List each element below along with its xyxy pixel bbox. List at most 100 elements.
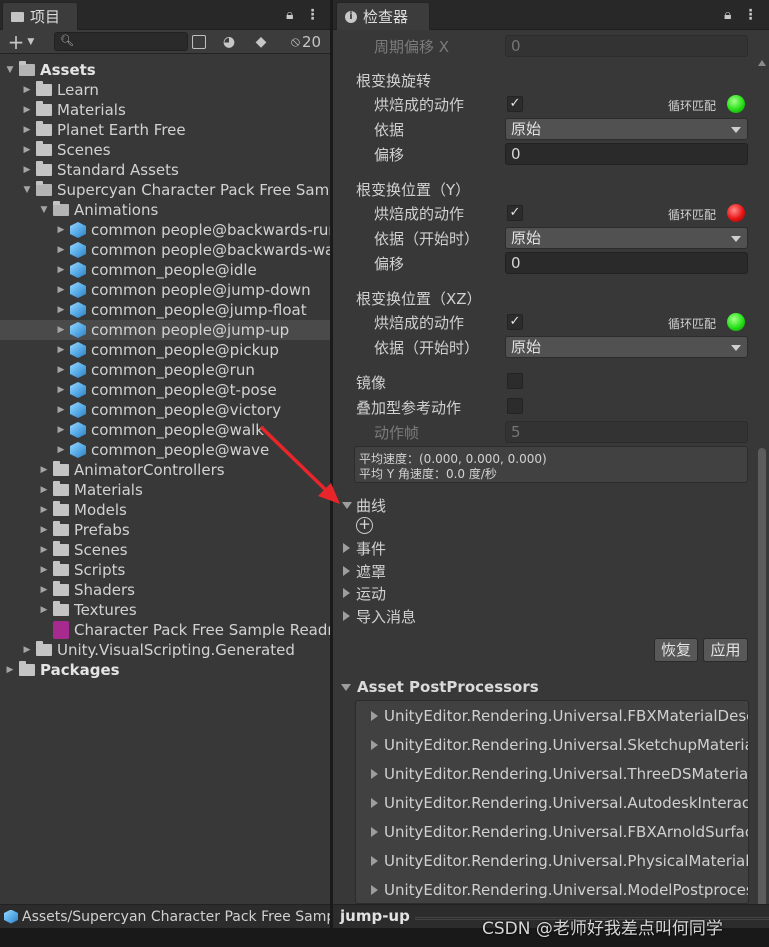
chevron-right-icon[interactable]: ▶ xyxy=(21,165,33,175)
chevron-right-icon[interactable]: ▶ xyxy=(55,345,67,355)
tree-item-packages[interactable]: ▶ Packages xyxy=(0,660,330,680)
chevron-right-icon[interactable]: ▶ xyxy=(55,305,67,315)
tree-item-common-people-jump-float[interactable]: ▶ common_people@jump-float xyxy=(0,300,330,320)
events-foldout-arrow[interactable] xyxy=(343,543,350,553)
chevron-right-icon[interactable]: ▶ xyxy=(21,145,33,155)
postprocessor-item[interactable]: UnityEditor.Rendering.Universal.Autodesk… xyxy=(356,788,748,817)
chevron-right-icon[interactable]: ▶ xyxy=(55,365,67,375)
lock-icon[interactable]: 🔒︎ xyxy=(286,7,293,23)
tree-item-textures[interactable]: ▶ Textures xyxy=(0,600,330,620)
chevron-right-icon[interactable]: ▶ xyxy=(38,605,50,615)
tree-item-common-people-run[interactable]: ▶ common_people@run xyxy=(0,360,330,380)
more-menu-icon[interactable]: ⋮ xyxy=(743,7,757,23)
chevron-right-icon[interactable] xyxy=(371,739,378,750)
tree-item-common-people-jump-down[interactable]: ▶ common people@jump-down xyxy=(0,280,330,300)
chevron-right-icon[interactable]: ▶ xyxy=(38,525,50,535)
motion-foldout[interactable]: 运动 xyxy=(356,583,386,604)
chevron-right-icon[interactable] xyxy=(371,710,378,721)
tree-item-scenes[interactable]: ▶ Scenes xyxy=(0,540,330,560)
chevron-down-icon[interactable]: ▼ xyxy=(4,65,16,75)
filter-by-label-button[interactable]: ◆ xyxy=(250,30,272,54)
tree-item-unity-visualscripting-generated[interactable]: ▶ Unity.VisualScripting.Generated xyxy=(0,640,330,660)
lock-icon[interactable]: 🔒︎ xyxy=(724,7,731,23)
root-position-xz-bake-checkbox[interactable]: ✓ xyxy=(507,314,523,330)
chevron-right-icon[interactable]: ▶ xyxy=(38,505,50,515)
create-button[interactable]: + ▼ xyxy=(4,30,38,54)
postprocessor-item[interactable]: UnityEditor.Rendering.Universal.ModelPos… xyxy=(356,875,748,903)
chevron-right-icon[interactable]: ▶ xyxy=(38,485,50,495)
tree-item-animatorcontrollers[interactable]: ▶ AnimatorControllers xyxy=(0,460,330,480)
chevron-right-icon[interactable] xyxy=(371,826,378,837)
scroll-up-arrow[interactable] xyxy=(758,60,766,66)
root-position-y-bake-checkbox[interactable]: ✓ xyxy=(507,205,523,221)
chevron-right-icon[interactable]: ▶ xyxy=(21,105,33,115)
postprocessors-foldout-arrow[interactable] xyxy=(341,684,351,691)
chevron-right-icon[interactable] xyxy=(371,768,378,779)
mirror-checkbox[interactable] xyxy=(507,373,523,389)
root-position-y-based-on-dropdown[interactable]: 原始 xyxy=(505,227,748,249)
chevron-right-icon[interactable]: ▶ xyxy=(38,565,50,575)
chevron-right-icon[interactable]: ▶ xyxy=(55,445,67,455)
chevron-right-icon[interactable]: ▶ xyxy=(55,385,67,395)
root-rotation-bake-checkbox[interactable]: ✓ xyxy=(507,96,523,112)
chevron-right-icon[interactable]: ▶ xyxy=(55,285,67,295)
tree-item-materials[interactable]: ▶ Materials xyxy=(0,480,330,500)
root-rotation-offset-field[interactable]: 0 xyxy=(505,143,748,165)
tree-item-common-people-t-pose[interactable]: ▶ common_people@t-pose xyxy=(0,380,330,400)
hidden-packages-toggle[interactable]: ⦸ 20 xyxy=(284,30,328,54)
search-input[interactable]: 🔍︎ xyxy=(54,32,188,51)
chevron-right-icon[interactable] xyxy=(371,855,378,866)
chevron-right-icon[interactable]: ▶ xyxy=(55,405,67,415)
postprocessor-item[interactable]: UnityEditor.Rendering.Universal.FBXMater… xyxy=(356,701,748,730)
events-foldout[interactable]: 事件 xyxy=(356,538,386,559)
add-curve-icon[interactable]: + xyxy=(356,517,373,534)
inspector-scroll-thumb[interactable] xyxy=(758,448,766,904)
postprocessors-header[interactable]: Asset PostProcessors xyxy=(357,678,539,696)
chevron-right-icon[interactable]: ▶ xyxy=(55,265,67,275)
postprocessor-item[interactable]: UnityEditor.Rendering.Universal.FBXArnol… xyxy=(356,817,748,846)
tree-item-supercyan-character-pack-free-sample[interactable]: ▼ Supercyan Character Pack Free Sample xyxy=(0,180,330,200)
tree-item-scenes[interactable]: ▶ Scenes xyxy=(0,140,330,160)
chevron-right-icon[interactable] xyxy=(371,797,378,808)
chevron-right-icon[interactable]: ▶ xyxy=(55,425,67,435)
tree-item-shaders[interactable]: ▶ Shaders xyxy=(0,580,330,600)
curves-foldout[interactable]: 曲线 xyxy=(356,495,386,516)
chevron-right-icon[interactable]: ▶ xyxy=(38,465,50,475)
root-rotation-based-on-dropdown[interactable]: 原始 xyxy=(505,118,748,140)
tree-item-common-people-jump-up[interactable]: ▶ common people@jump-up xyxy=(0,320,330,340)
tree-item-common-people-victory[interactable]: ▶ common_people@victory xyxy=(0,400,330,420)
additive-pose-checkbox[interactable] xyxy=(507,398,523,414)
chevron-right-icon[interactable] xyxy=(371,884,378,895)
tree-item-assets[interactable]: ▼ Assets xyxy=(0,60,330,80)
tree-item-materials[interactable]: ▶ Materials xyxy=(0,100,330,120)
chevron-down-icon[interactable]: ▼ xyxy=(21,185,33,195)
postprocessor-item[interactable]: UnityEditor.Rendering.Universal.ThreeDSM… xyxy=(356,759,748,788)
motion-foldout-arrow[interactable] xyxy=(343,588,350,598)
tree-item-common-people-backwards-walk[interactable]: ▶ common people@backwards-walk xyxy=(0,240,330,260)
tree-item-planet-earth-free[interactable]: ▶ Planet Earth Free xyxy=(0,120,330,140)
chevron-right-icon[interactable]: ▶ xyxy=(38,585,50,595)
tree-item-standard-assets[interactable]: ▶ Standard Assets xyxy=(0,160,330,180)
tree-item-scripts[interactable]: ▶ Scripts xyxy=(0,560,330,580)
mask-foldout-arrow[interactable] xyxy=(343,566,350,576)
chevron-right-icon[interactable]: ▶ xyxy=(21,645,33,655)
postprocessor-item[interactable]: UnityEditor.Rendering.Universal.Physical… xyxy=(356,846,748,875)
tree-item-common-people-idle[interactable]: ▶ common_people@idle xyxy=(0,260,330,280)
tree-item-common-people-backwards-run[interactable]: ▶ common people@backwards-run xyxy=(0,220,330,240)
search-scope-button[interactable] xyxy=(190,30,208,54)
revert-button[interactable]: 恢复 xyxy=(654,638,698,662)
inspector-scrollbar[interactable] xyxy=(757,60,767,904)
chevron-right-icon[interactable]: ▶ xyxy=(55,325,67,335)
root-position-xz-based-on-dropdown[interactable]: 原始 xyxy=(505,336,748,358)
tree-item-animations[interactable]: ▼ Animations xyxy=(0,200,330,220)
chevron-right-icon[interactable]: ▶ xyxy=(21,125,33,135)
curves-foldout-arrow[interactable] xyxy=(342,502,352,509)
tree-item-learn[interactable]: ▶ Learn xyxy=(0,80,330,100)
chevron-right-icon[interactable]: ▶ xyxy=(21,85,33,95)
tree-item-models[interactable]: ▶ Models xyxy=(0,500,330,520)
tree-item-common-people-pickup[interactable]: ▶ common_people@pickup xyxy=(0,340,330,360)
tree-item-common-people-walk[interactable]: ▶ common_people@walk xyxy=(0,420,330,440)
filter-by-type-button[interactable]: ◕ xyxy=(218,30,240,54)
postprocessor-item[interactable]: UnityEditor.Rendering.Universal.Sketchup… xyxy=(356,730,748,759)
chevron-right-icon[interactable]: ▶ xyxy=(55,245,67,255)
